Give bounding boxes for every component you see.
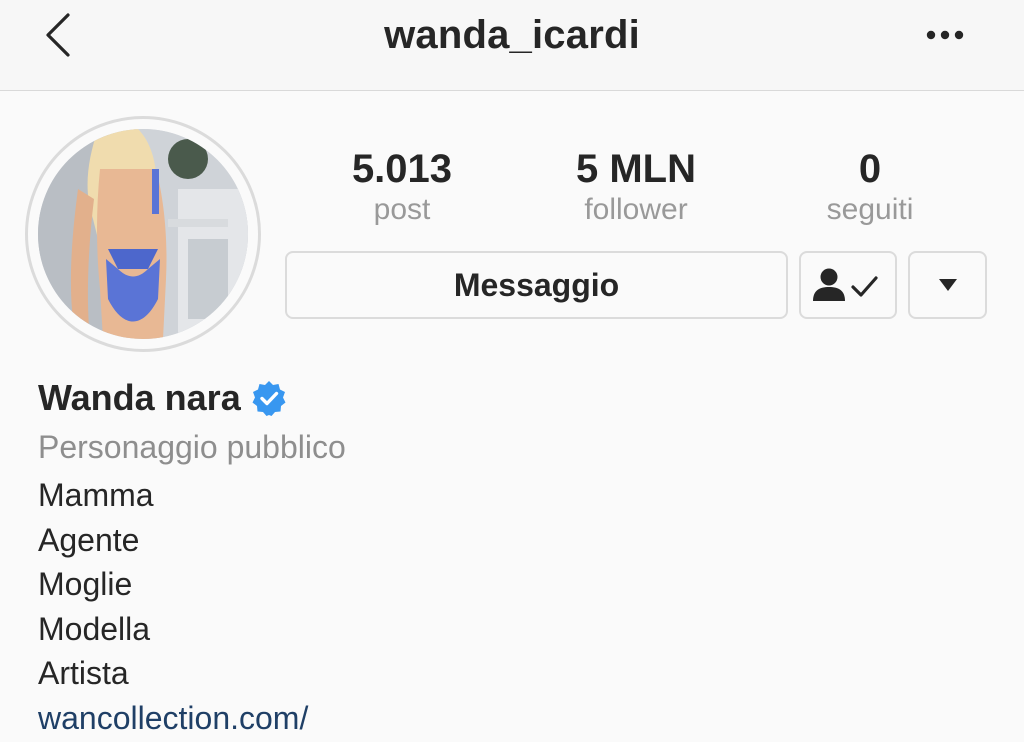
profile-bio: Mamma Agente Moglie Modella Artista wanc… xyxy=(38,473,308,741)
profile-photo xyxy=(38,129,248,339)
profile-category: Personaggio pubblico xyxy=(38,429,346,465)
message-button[interactable]: Messaggio xyxy=(285,251,788,319)
stat-posts-count: 5.013 xyxy=(351,147,453,191)
caret-down-icon xyxy=(938,279,957,291)
profile-name: Wanda nara xyxy=(38,377,241,418)
stat-following-label: seguiti xyxy=(826,193,914,226)
stat-following-count: 0 xyxy=(858,147,882,191)
bio-line: Modella xyxy=(38,610,151,647)
more-options-button[interactable] xyxy=(922,26,968,44)
top-nav-bar: wanda_icardi xyxy=(0,0,1024,91)
profile-name-row: Wanda nara xyxy=(38,377,287,419)
bio-line: Artista xyxy=(38,655,129,692)
bio-line: Mamma xyxy=(38,477,154,513)
bio-line: Agente xyxy=(38,521,140,558)
profile-website-link[interactable]: wancollection.com/ xyxy=(38,696,308,741)
following-button[interactable] xyxy=(799,251,897,319)
more-dots-icon xyxy=(926,30,964,40)
stat-posts-label: post xyxy=(373,193,431,226)
stat-followers-count: 5 MLN xyxy=(576,147,696,191)
stat-following[interactable]: 0 seguiti xyxy=(770,146,970,228)
stat-posts[interactable]: 5.013 post xyxy=(302,146,502,228)
stat-followers[interactable]: 5 MLN follower xyxy=(536,146,736,228)
profile-username: wanda_icardi xyxy=(384,13,640,57)
verified-badge-icon xyxy=(252,381,286,416)
suggestions-dropdown-button[interactable] xyxy=(908,251,987,319)
bio-line: Moglie xyxy=(38,566,133,603)
avatar[interactable] xyxy=(38,129,248,339)
stat-followers-label: follower xyxy=(584,193,688,226)
person-check-icon xyxy=(813,268,878,301)
